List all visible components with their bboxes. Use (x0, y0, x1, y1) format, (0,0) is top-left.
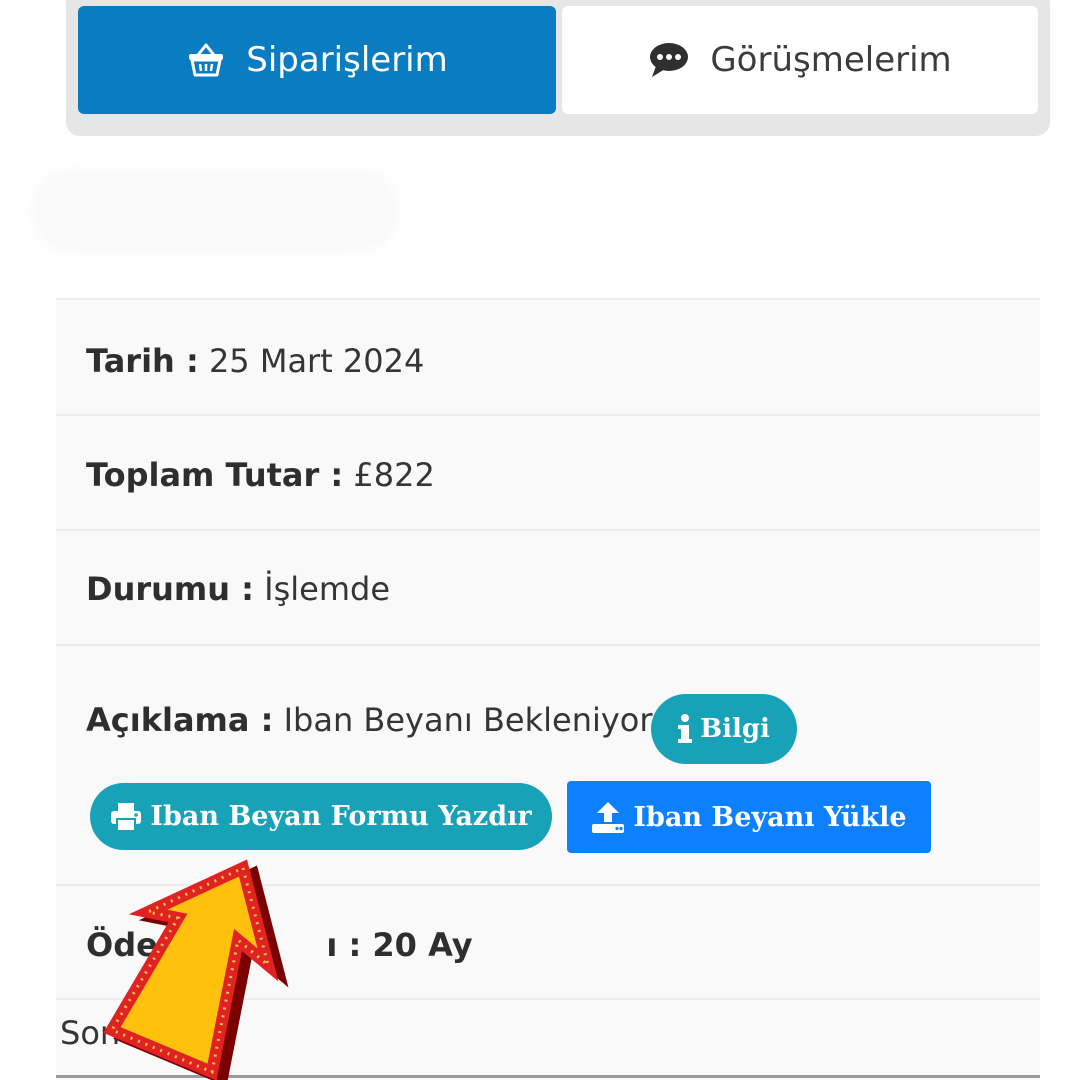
order-details-screen: Siparişlerim Görüşmelerim Tarih : 25 Mar… (0, 0, 1080, 1080)
detail-row-date: Tarih : 25 Mart 2024 (56, 300, 1040, 416)
date-label: Tarih : (86, 342, 199, 380)
date-value: 25 Mart 2024 (208, 342, 425, 380)
print-iban-form-button[interactable]: Iban Beyan Formu Yazdır (90, 783, 552, 850)
info-button-label: Bilgi (700, 714, 770, 744)
upload-icon (591, 800, 625, 834)
print-button-label: Iban Beyan Formu Yazdır (150, 801, 532, 832)
printer-icon (110, 802, 142, 832)
last-row-text: Sonuç (60, 1014, 159, 1052)
total-label: Toplam Tutar : (86, 456, 344, 494)
tab-chats[interactable]: Görüşmelerim (562, 6, 1038, 114)
detail-row-last: Sonuç (56, 1000, 1040, 1078)
status-value: İşlemde (264, 570, 390, 608)
description-label: Açıklama : (86, 701, 274, 739)
tab-orders-label: Siparişlerim (246, 40, 448, 80)
status-label: Durumu : (86, 570, 254, 608)
upload-button-label: Iban Beyanı Yükle (633, 801, 907, 833)
order-detail-panel: Tarih : 25 Mart 2024 Toplam Tutar : £822… (56, 298, 1040, 1080)
basket-icon (186, 40, 226, 80)
chat-bubble-icon (648, 41, 690, 79)
payment-value: ı : 20 Ay (326, 926, 473, 964)
detail-row-total: Toplam Tutar : £822 (56, 416, 1040, 531)
info-icon (678, 714, 693, 744)
upload-iban-button[interactable]: Iban Beyanı Yükle (567, 781, 931, 853)
tab-orders[interactable]: Siparişlerim (78, 6, 556, 114)
blurred-region (30, 168, 400, 254)
detail-row-status: Durumu : İşlemde (56, 531, 1040, 646)
tab-chats-label: Görüşmelerim (710, 40, 952, 80)
description-value: Iban Beyanı Bekleniyor (283, 701, 653, 739)
payment-label: Öde (86, 926, 158, 964)
total-value: £822 (353, 456, 435, 494)
info-button[interactable]: Bilgi (651, 694, 797, 764)
detail-row-payment: Ödeme Süresı : 20 Ay (56, 886, 1040, 1000)
detail-row-description: Açıklama : Iban Beyanı Bekleniyor Bilgi (56, 646, 1040, 886)
tabs-bar: Siparişlerim Görüşmelerim (66, 0, 1050, 136)
